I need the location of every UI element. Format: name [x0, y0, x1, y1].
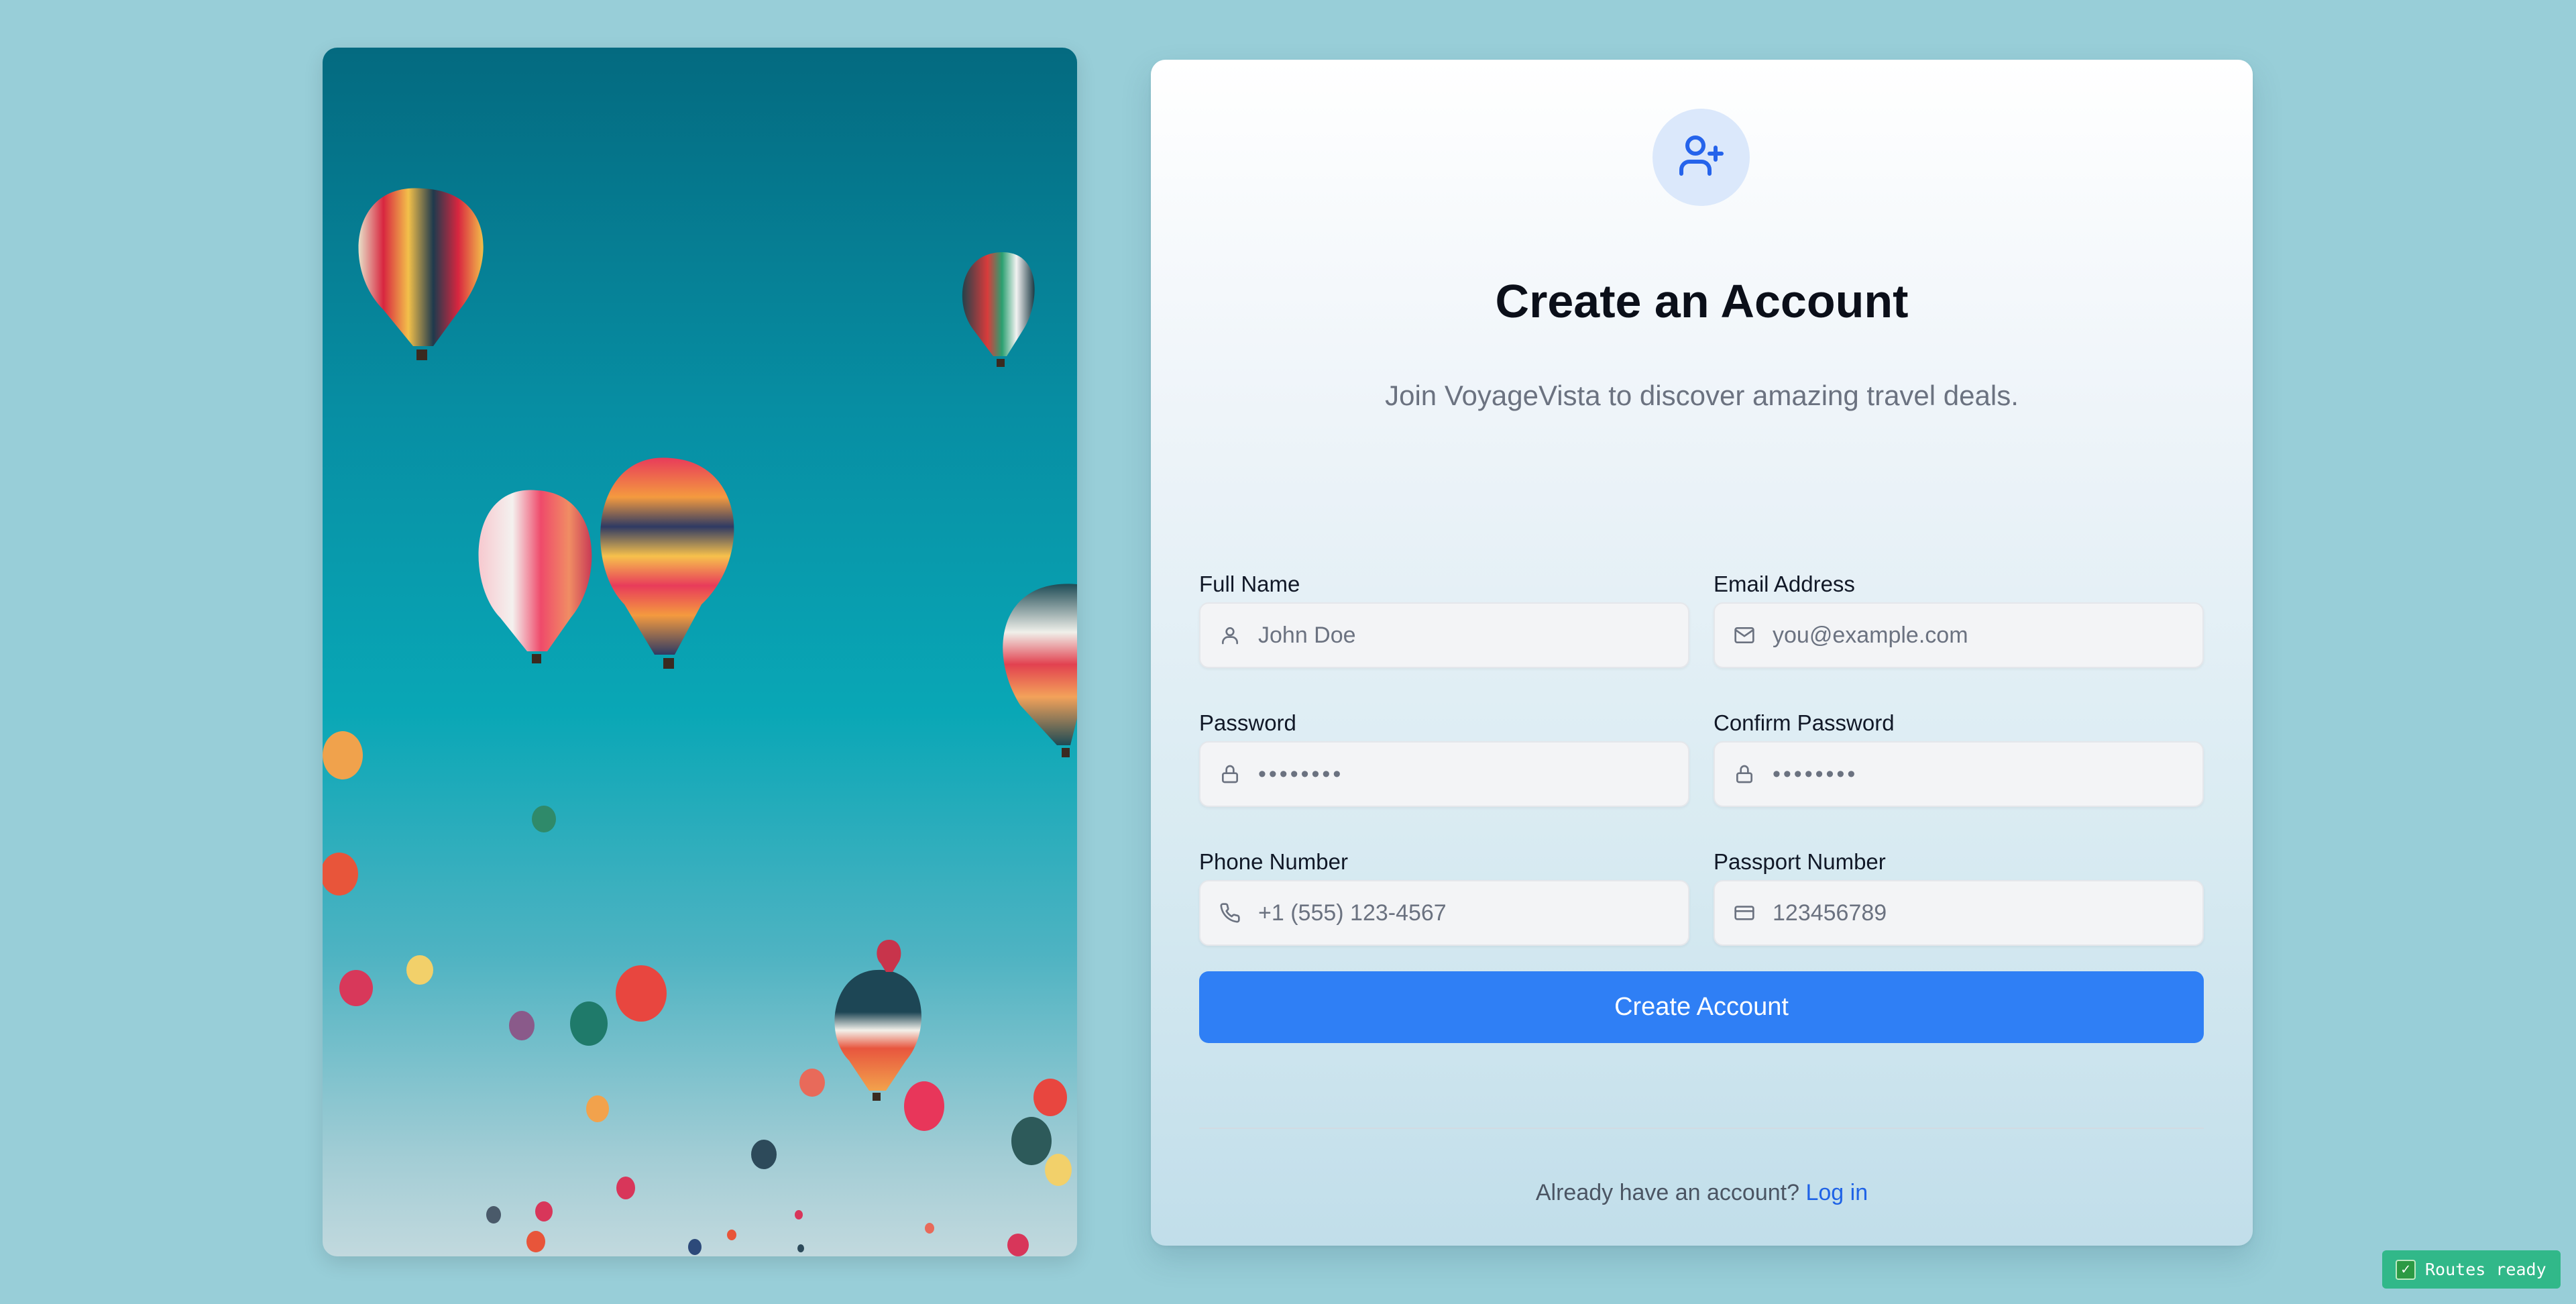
- full-name-field: [1199, 602, 1689, 668]
- page-title: Create an Account: [1495, 275, 1909, 327]
- id-card-icon: [1732, 901, 1756, 925]
- check-icon: ✓: [2396, 1259, 2416, 1280]
- lock-icon: [1732, 762, 1756, 786]
- login-prompt: Already have an account? Log in: [1151, 1180, 2253, 1206]
- divider: [1199, 1128, 2204, 1129]
- password-input[interactable]: [1258, 743, 1688, 806]
- phone-input[interactable]: [1258, 881, 1688, 944]
- page: Create an Account Join VoyageVista to di…: [0, 0, 2576, 1304]
- email-input[interactable]: [1773, 604, 2202, 667]
- create-account-button[interactable]: Create Account: [1199, 971, 2204, 1043]
- confirm-password-label: Confirm Password: [1714, 710, 1895, 735]
- avatar-badge: [1653, 109, 1750, 206]
- full-name-input[interactable]: [1258, 604, 1688, 667]
- signup-card: Create an Account Join VoyageVista to di…: [1151, 60, 2253, 1246]
- status-badge: ✓ Routes ready: [2382, 1250, 2561, 1289]
- mail-icon: [1732, 623, 1756, 647]
- password-field: [1199, 741, 1689, 807]
- full-name-label: Full Name: [1199, 572, 1300, 596]
- hero-image: [323, 48, 1077, 1256]
- status-text: Routes ready: [2425, 1260, 2546, 1279]
- email-label: Email Address: [1714, 572, 1855, 596]
- balloons-illustration: [323, 188, 1077, 1256]
- password-label: Password: [1199, 710, 1296, 735]
- login-prompt-text: Already have an account?: [1535, 1180, 1800, 1205]
- email-field: [1714, 602, 2204, 668]
- user-plus-icon: [1677, 131, 1726, 183]
- user-icon: [1218, 623, 1242, 647]
- lock-icon: [1218, 762, 1242, 786]
- passport-label: Passport Number: [1714, 849, 1886, 874]
- page-subtitle: Join VoyageVista to discover amazing tra…: [1385, 380, 2019, 411]
- confirm-password-input[interactable]: [1773, 743, 2202, 806]
- phone-icon: [1218, 901, 1242, 925]
- login-link[interactable]: Log in: [1805, 1180, 1868, 1205]
- confirm-password-field: [1714, 741, 2204, 807]
- passport-input[interactable]: [1773, 881, 2202, 944]
- phone-label: Phone Number: [1199, 849, 1348, 874]
- phone-field: [1199, 880, 1689, 946]
- passport-field: [1714, 880, 2204, 946]
